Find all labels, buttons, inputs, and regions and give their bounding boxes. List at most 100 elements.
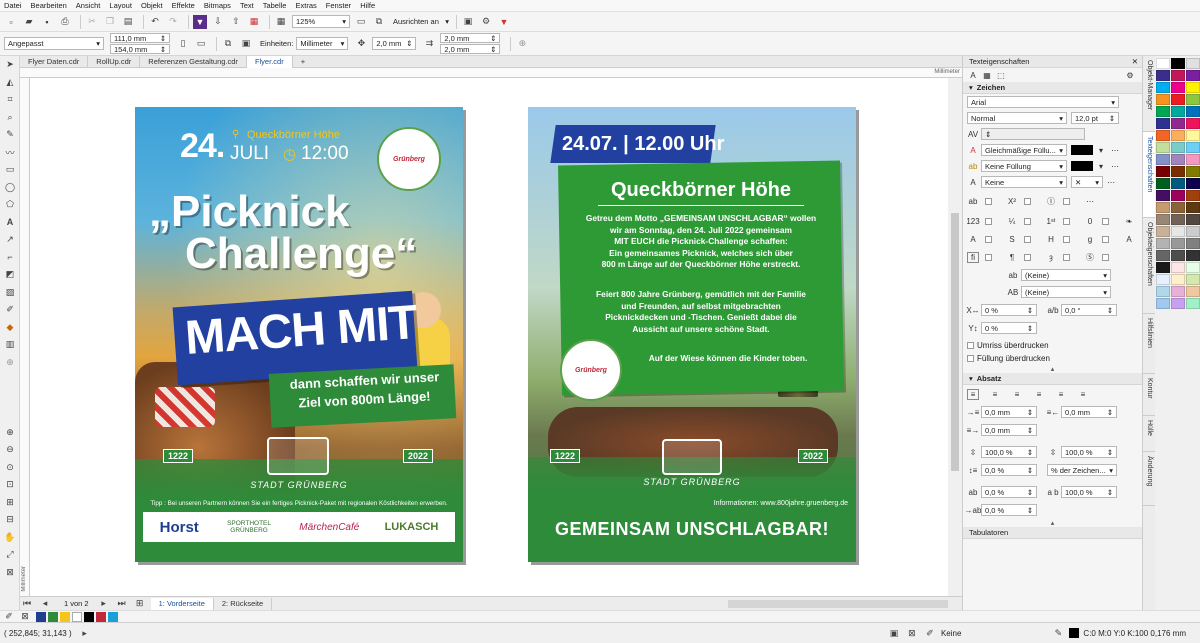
crop-tool-icon[interactable]: ⌗ (0, 91, 20, 109)
titling-icon[interactable]: H (1045, 234, 1057, 245)
palette-swatch[interactable] (1186, 94, 1200, 105)
palette-swatch[interactable] (1186, 250, 1200, 261)
chevron-down-icon[interactable]: ▾ (1095, 161, 1107, 172)
palette-swatch[interactable] (1171, 226, 1185, 237)
status-arrow-icon[interactable]: ▸ (78, 626, 92, 640)
bg-color-swatch[interactable] (1071, 161, 1093, 171)
expand-icon[interactable]: ▴ (963, 519, 1142, 527)
search-content-icon[interactable]: ▼ (193, 14, 207, 29)
text-icon[interactable]: A (967, 70, 979, 81)
palette-swatch[interactable] (1171, 154, 1185, 165)
page-next-icon[interactable]: ▸ (97, 597, 111, 611)
palette-swatch[interactable] (1156, 202, 1170, 213)
palette-swatch[interactable] (1171, 130, 1185, 141)
page-tab-back[interactable]: 2: Rückseite (214, 597, 273, 610)
palette-swatch[interactable] (1171, 82, 1185, 93)
palette-swatch[interactable] (1171, 106, 1185, 117)
page-first-icon[interactable]: ⏮ (20, 597, 34, 611)
palette-swatch[interactable] (1171, 250, 1185, 261)
palette-swatch[interactable] (1171, 166, 1185, 177)
ruler-horizontal[interactable]: Millimeter (20, 68, 962, 78)
section-zeichen[interactable]: ▾ Zeichen (963, 82, 1142, 94)
palette-swatch[interactable] (1186, 142, 1200, 153)
spacing-unit-select[interactable]: % der Zeichen... ▾ (1047, 464, 1117, 476)
indent-left-input[interactable]: 0,0 mm ⇕ (1061, 406, 1117, 418)
add-page-icon[interactable]: ⊞ (133, 597, 147, 611)
swatch-yellow[interactable] (60, 611, 70, 622)
palette-swatch[interactable] (1156, 226, 1170, 237)
palette-swatch[interactable] (1156, 262, 1170, 273)
tab-flyer-daten[interactable]: Flyer Daten.cdr (20, 55, 89, 68)
drop-shadow-icon[interactable]: ◩ (0, 266, 20, 284)
ornament-icon[interactable]: ❧ (1123, 216, 1135, 227)
import-icon[interactable]: ⇩ (211, 15, 225, 29)
smart-fill-icon[interactable]: ▥ (0, 336, 20, 354)
add-icon[interactable]: ⊕ (515, 37, 529, 51)
overprint-fill-checkbox[interactable] (967, 355, 974, 362)
palette-swatch[interactable] (1171, 238, 1185, 249)
menu-objekt[interactable]: Objekt (141, 1, 163, 10)
connector-tool-icon[interactable]: ⌐ (0, 249, 20, 267)
tab-rollup[interactable]: RollUp.cdr (88, 55, 141, 68)
menu-effekte[interactable]: Effekte (172, 1, 195, 10)
cut-icon[interactable]: ✂ (85, 15, 99, 29)
tab-flyer[interactable]: Flyer.cdr (246, 55, 293, 68)
more-icon[interactable]: ⋯ (1109, 161, 1121, 172)
ordinal-icon[interactable]: 1ˢᵗ (1045, 216, 1057, 227)
palette-swatch[interactable] (1186, 286, 1200, 297)
zero-icon[interactable]: 0 (1084, 216, 1096, 227)
app-launcher-icon[interactable]: ▦ (274, 15, 288, 29)
palette-eyedropper-icon[interactable]: ✐ (4, 611, 14, 622)
char-spacing-input[interactable]: 0 % ⇕ (981, 304, 1037, 316)
current-page-icon[interactable]: ▣ (239, 37, 253, 51)
palette-swatch[interactable] (1156, 286, 1170, 297)
eyedropper-icon[interactable]: ✐ (0, 301, 20, 319)
ellipse-tool-icon[interactable]: ◯ (0, 179, 20, 197)
pan-icon[interactable]: ⤢ (0, 546, 20, 564)
page-last-icon[interactable]: ⏭ (115, 597, 129, 611)
checkbox[interactable] (1102, 253, 1109, 261)
page-width-input[interactable]: 111,0 mm ⇕ (110, 33, 170, 43)
palette-swatch[interactable] (1186, 106, 1200, 117)
palette-swatch[interactable] (1156, 298, 1170, 309)
pick-tool-icon[interactable]: ➤ (0, 56, 20, 74)
save-icon[interactable]: ▪ (40, 15, 54, 29)
page-size-select[interactable]: Angepasst ▾ (4, 37, 104, 50)
swatch-white[interactable] (72, 611, 82, 622)
snap-icon[interactable]: ⧉ (372, 15, 386, 29)
palette-swatch[interactable] (1171, 214, 1185, 225)
menu-bearbeiten[interactable]: Bearbeiten (31, 1, 67, 10)
uppercase-icon[interactable]: A (1123, 234, 1135, 245)
font-size-input[interactable]: 12,0 pt ⇕ (1071, 112, 1119, 124)
new-document-icon[interactable]: ▫ (4, 15, 18, 29)
align-right-icon[interactable]: ≡ (1033, 389, 1045, 400)
checkbox[interactable] (1024, 253, 1031, 261)
discretionary-icon[interactable]: ¶ (1006, 252, 1018, 263)
checkbox[interactable] (1024, 217, 1031, 225)
swatch-green[interactable] (48, 611, 58, 622)
checkbox[interactable] (1063, 217, 1070, 225)
more-icon[interactable]: ⋯ (1105, 177, 1117, 188)
palette-swatch[interactable] (1186, 70, 1200, 81)
export-icon[interactable]: ⇧ (229, 15, 243, 29)
flyer-back[interactable]: 24.07. | 12.00 Uhr Queckbörner Höhe Getr… (528, 107, 856, 562)
palette-swatch[interactable] (1156, 118, 1170, 129)
palette-swatch[interactable] (1156, 190, 1170, 201)
checkbox[interactable] (1102, 217, 1109, 225)
palette-swatch[interactable] (1171, 274, 1185, 285)
tab-referenzen[interactable]: Referenzen Gestaltung.cdr (140, 55, 247, 68)
palette-swatch[interactable] (1186, 274, 1200, 285)
checkbox[interactable] (1063, 197, 1070, 205)
units-select[interactable]: Millimeter ▾ (296, 37, 349, 50)
palette-swatch[interactable] (1156, 70, 1170, 81)
align-center-icon[interactable]: ≡ (1011, 389, 1023, 400)
indent-first-input[interactable]: 0,0 mm ⇕ (981, 406, 1037, 418)
bg-fill-select[interactable]: Keine Füllung ▾ (981, 160, 1067, 172)
baseline-shift-input[interactable]: 0 % ⇕ (981, 322, 1037, 334)
color-proof-icon[interactable]: ▣ (887, 626, 901, 640)
align-force-icon[interactable]: ≡ (1077, 389, 1089, 400)
page-height-input[interactable]: 154,0 mm ⇕ (110, 44, 170, 54)
open-folder-icon[interactable]: ▰ (22, 15, 36, 29)
menu-extras[interactable]: Extras (295, 1, 316, 10)
fill-color-swatch[interactable] (1071, 145, 1093, 155)
